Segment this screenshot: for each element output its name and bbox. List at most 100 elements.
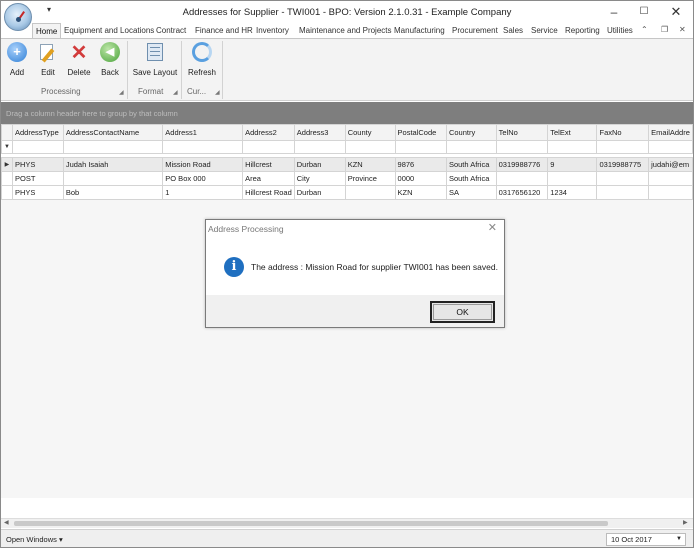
- close-mdi-icon[interactable]: ✕: [679, 25, 686, 34]
- tab-maintenance-and-projects[interactable]: Maintenance and Projects: [299, 23, 392, 38]
- tab-service[interactable]: Service: [531, 23, 558, 38]
- refresh-button[interactable]: Refresh: [186, 42, 218, 77]
- table-cell[interactable]: Area: [242, 171, 295, 186]
- column-header-address3[interactable]: Address3: [293, 124, 346, 141]
- tab-manufacturing[interactable]: Manufacturing: [394, 23, 445, 38]
- close-icon[interactable]: ✕: [661, 3, 691, 21]
- table-cell[interactable]: Judah Isaiah: [62, 157, 164, 172]
- column-header-address2[interactable]: Address2: [242, 124, 295, 141]
- filter-cell[interactable]: [495, 140, 549, 154]
- table-cell[interactable]: judahi@em: [648, 157, 693, 172]
- table-cell[interactable]: [648, 185, 693, 200]
- filter-cell[interactable]: [344, 140, 396, 154]
- filter-cell[interactable]: [162, 140, 244, 154]
- column-header-telno[interactable]: TelNo: [495, 124, 549, 141]
- table-cell[interactable]: 9876: [394, 157, 447, 172]
- column-header-addresscontactname[interactable]: AddressContactName: [62, 124, 164, 141]
- tab-utilities[interactable]: Utilities: [607, 23, 633, 38]
- filter-cell[interactable]: [596, 140, 650, 154]
- filter-cell[interactable]: [62, 140, 164, 154]
- tab-contract[interactable]: Contract: [156, 23, 186, 38]
- table-cell[interactable]: 1234: [547, 185, 598, 200]
- restore-mdi-icon[interactable]: ❐: [661, 25, 668, 34]
- minimize-icon[interactable]: –: [599, 3, 629, 21]
- tab-sales[interactable]: Sales: [503, 23, 523, 38]
- table-cell[interactable]: 1: [162, 185, 244, 200]
- filter-cell[interactable]: [445, 140, 497, 154]
- table-cell[interactable]: 9: [547, 157, 598, 172]
- table-cell[interactable]: [596, 185, 650, 200]
- table-cell[interactable]: 0000: [394, 171, 447, 186]
- table-cell[interactable]: South Africa: [445, 171, 497, 186]
- column-header-faxno[interactable]: FaxNo: [596, 124, 650, 141]
- ok-button[interactable]: OK: [430, 301, 495, 323]
- add-button[interactable]: + Add: [6, 42, 28, 77]
- table-cell[interactable]: South Africa: [445, 157, 497, 172]
- maximize-icon[interactable]: ☐: [629, 3, 659, 21]
- table-cell[interactable]: PO Box 000: [162, 171, 244, 186]
- scrollbar-thumb[interactable]: [14, 521, 608, 526]
- column-header-address1[interactable]: Address1: [162, 124, 244, 141]
- tab-inventory[interactable]: Inventory: [256, 23, 289, 38]
- scroll-left-icon[interactable]: ◀: [4, 519, 9, 526]
- column-header-postalcode[interactable]: PostalCode: [394, 124, 447, 141]
- table-cell[interactable]: PHYS: [11, 185, 64, 200]
- open-windows-menu[interactable]: Open Windows ▾: [6, 535, 63, 544]
- table-cell[interactable]: Durban: [293, 185, 346, 200]
- table-cell[interactable]: SA: [445, 185, 497, 200]
- table-row[interactable]: POST PO Box 000 Area City Province 0000 …: [1, 171, 693, 186]
- format-launcher-icon[interactable]: ◢: [173, 89, 178, 96]
- table-cell[interactable]: [596, 171, 650, 186]
- collapse-ribbon-icon[interactable]: ⌃: [641, 25, 648, 34]
- tab-equipment-and-locations[interactable]: Equipment and Locations: [64, 23, 154, 38]
- edit-button[interactable]: Edit: [37, 42, 59, 77]
- processing-launcher-icon[interactable]: ◢: [119, 89, 124, 96]
- tab-home[interactable]: Home: [32, 23, 62, 39]
- filter-cell[interactable]: [293, 140, 346, 154]
- table-cell[interactable]: [648, 171, 693, 186]
- save-layout-button[interactable]: Save Layout: [132, 42, 178, 77]
- table-cell[interactable]: PHYS: [11, 157, 64, 172]
- column-header-addresstype[interactable]: AddressType: [11, 124, 64, 141]
- table-cell[interactable]: Durban: [293, 157, 346, 172]
- current-launcher-icon[interactable]: ◢: [215, 89, 220, 96]
- table-cell[interactable]: [495, 171, 549, 186]
- filter-cell[interactable]: [547, 140, 598, 154]
- tab-reporting[interactable]: Reporting: [565, 23, 600, 38]
- table-cell[interactable]: Hillcrest Road: [242, 185, 295, 200]
- table-cell[interactable]: City: [293, 171, 346, 186]
- date-picker[interactable]: 10 Oct 2017 ▼: [606, 533, 686, 546]
- filter-cell[interactable]: [242, 140, 295, 154]
- filter-cell[interactable]: [648, 140, 693, 154]
- table-cell[interactable]: 0319988775: [596, 157, 650, 172]
- table-cell[interactable]: KZN: [344, 157, 396, 172]
- horizontal-scrollbar[interactable]: ◀ ▶: [1, 518, 693, 528]
- column-header-telext[interactable]: TelExt: [547, 124, 598, 141]
- table-cell[interactable]: Bob: [62, 185, 164, 200]
- app-logo-icon[interactable]: [4, 3, 32, 31]
- table-cell[interactable]: Mission Road: [162, 157, 244, 172]
- table-row[interactable]: ▶ PHYS Judah Isaiah Mission Road Hillcre…: [1, 157, 693, 172]
- table-cell[interactable]: 0317656120: [495, 185, 549, 200]
- group-by-panel[interactable]: Drag a column header here to group by th…: [1, 102, 693, 124]
- scroll-right-icon[interactable]: ▶: [683, 519, 688, 526]
- table-cell[interactable]: 0319988776: [495, 157, 549, 172]
- table-cell[interactable]: [547, 171, 598, 186]
- table-cell[interactable]: POST: [11, 171, 64, 186]
- close-icon[interactable]: ✕: [488, 221, 497, 234]
- table-cell[interactable]: KZN: [394, 185, 447, 200]
- delete-button[interactable]: ✕ Delete: [66, 42, 92, 77]
- table-cell[interactable]: [344, 185, 396, 200]
- table-cell[interactable]: [62, 171, 164, 186]
- filter-cell[interactable]: [11, 140, 64, 154]
- table-row[interactable]: PHYS Bob 1 Hillcrest Road Durban KZN SA …: [1, 185, 693, 200]
- tab-procurement[interactable]: Procurement: [452, 23, 498, 38]
- filter-cell[interactable]: [394, 140, 447, 154]
- back-button[interactable]: ◀ Back: [99, 42, 121, 77]
- table-cell[interactable]: Province: [344, 171, 396, 186]
- table-cell[interactable]: Hillcrest: [242, 157, 295, 172]
- tab-finance-and-hr[interactable]: Finance and HR: [195, 23, 253, 38]
- chevron-down-icon[interactable]: ▼: [676, 534, 682, 545]
- filter-icon[interactable]: ▼: [1, 140, 13, 154]
- column-header-county[interactable]: County: [344, 124, 396, 141]
